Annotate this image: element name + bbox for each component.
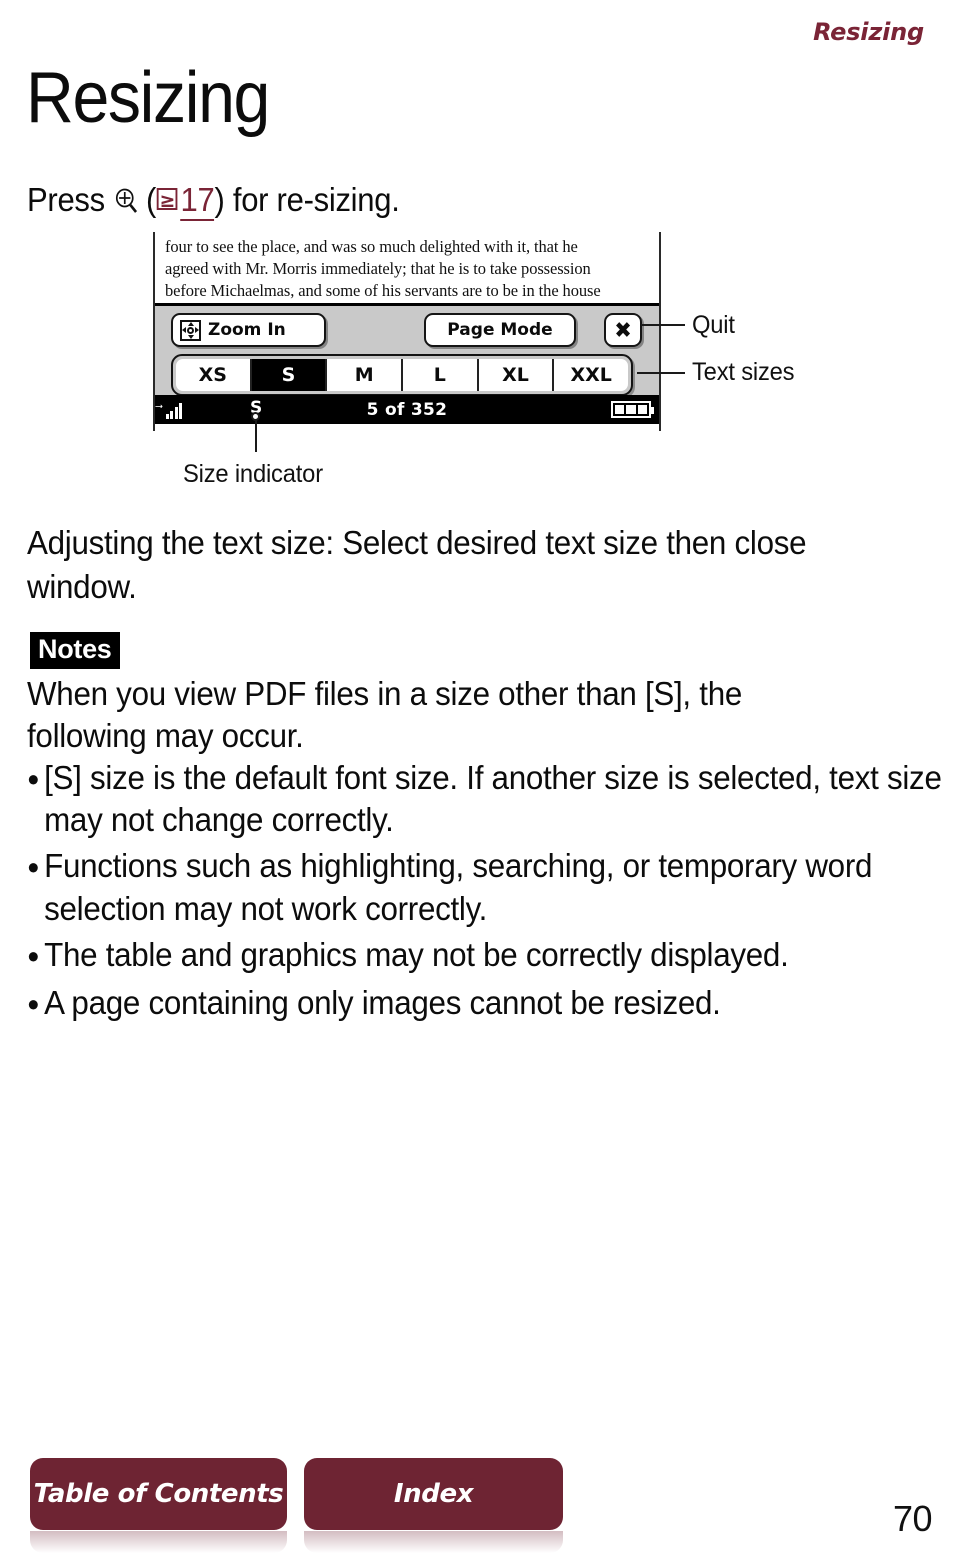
- notes-badge: Notes: [30, 632, 120, 669]
- zoom-in-label: Zoom In: [208, 320, 286, 341]
- list-item: ● Functions such as highlighting, search…: [27, 845, 954, 929]
- text-size-option-xxl[interactable]: XXL: [554, 359, 629, 392]
- device-status-bar: ⃗ S 5 of 352: [155, 395, 659, 425]
- intro-instruction: Press (≥17) for re-sizing.: [27, 181, 400, 221]
- bullet-dot-icon: ●: [27, 990, 40, 1016]
- page-mode-label: Page Mode: [447, 320, 553, 341]
- notes-bullet-list: ● [S] size is the default font size. If …: [27, 757, 954, 1030]
- callout-text-sizes: Text sizes: [692, 358, 795, 386]
- index-button-reflection: [304, 1531, 563, 1553]
- text-size-selector[interactable]: XS S M L XL XXL: [171, 354, 633, 397]
- table-of-contents-button[interactable]: Table of Contents: [30, 1458, 287, 1530]
- list-item: ● [S] size is the default font size. If …: [27, 757, 954, 841]
- list-item: ● A page containing only images cannot b…: [27, 982, 954, 1026]
- ebook-line: before Michaelmas, and some of his serva…: [165, 280, 601, 300]
- close-x-icon: ✖: [614, 317, 632, 343]
- callout-size-indicator: Size indicator: [183, 460, 323, 488]
- bullet-dot-icon: ●: [27, 854, 40, 880]
- bullet-dot-icon: ●: [27, 942, 40, 968]
- toc-button-reflection: [30, 1531, 287, 1553]
- magnifier-plus-icon: [113, 186, 137, 216]
- status-page-count: 5 of 352: [366, 399, 448, 420]
- cross-reference-icon[interactable]: ≥: [157, 188, 178, 210]
- cross-reference-page-link[interactable]: 17: [180, 181, 215, 221]
- text-size-option-xs[interactable]: XS: [176, 359, 252, 392]
- callout-quit: Quit: [692, 311, 735, 339]
- panel-toolbar-row: Zoom In Page Mode ✖: [161, 312, 653, 348]
- text-size-option-xl[interactable]: XL: [478, 359, 555, 392]
- notes-intro: When you view PDF files in a size other …: [27, 675, 742, 755]
- text-size-option-l[interactable]: L: [403, 359, 479, 392]
- list-item: ● The table and graphics may not be corr…: [27, 934, 954, 978]
- intro-prefix: Press: [27, 181, 105, 218]
- intro-suffix: for re-sizing.: [232, 181, 400, 218]
- index-button[interactable]: Index: [304, 1458, 563, 1530]
- page-title: Resizing: [26, 58, 270, 138]
- text-sizes-leader-line: [637, 372, 685, 374]
- page-mode-button[interactable]: Page Mode: [424, 313, 576, 348]
- text-size-option-s[interactable]: S: [251, 359, 328, 392]
- running-header: Resizing: [813, 18, 924, 46]
- list-item-text: A page containing only images cannot be …: [44, 983, 721, 1021]
- list-item-text: Functions such as highlighting, searchin…: [44, 847, 873, 927]
- size-indicator-leader-dot: [251, 412, 260, 421]
- intro-close-paren: ): [214, 181, 225, 218]
- battery-icon: [611, 401, 654, 419]
- adjusting-paragraph: Adjusting the text size: Select desired …: [27, 524, 807, 606]
- bullet-dot-icon: ●: [27, 766, 40, 791]
- resize-panel: Zoom In Page Mode ✖ XS S M L XL XXL: [155, 303, 659, 397]
- list-item-text: [S] size is the default font size. If an…: [44, 759, 942, 839]
- text-size-option-m[interactable]: M: [327, 359, 404, 392]
- list-item-text: The table and graphics may not be correc…: [44, 935, 789, 973]
- page-number: 70: [892, 1498, 933, 1539]
- device-screenshot-figure: four to see the place, and was so much d…: [153, 232, 661, 431]
- zoom-in-button[interactable]: Zoom In: [171, 313, 326, 348]
- size-indicator-leader-line: [255, 420, 257, 452]
- ebook-body-text: four to see the place, and was so much d…: [155, 232, 659, 303]
- ebook-line: agreed with Mr. Morris immediately; that…: [165, 258, 591, 278]
- quit-button[interactable]: ✖: [604, 313, 642, 348]
- four-way-navigation-icon: [180, 319, 201, 341]
- ebook-line: four to see the place, and was so much d…: [165, 237, 578, 256]
- intro-open-paren: (: [146, 181, 157, 218]
- quit-leader-line: [641, 324, 685, 326]
